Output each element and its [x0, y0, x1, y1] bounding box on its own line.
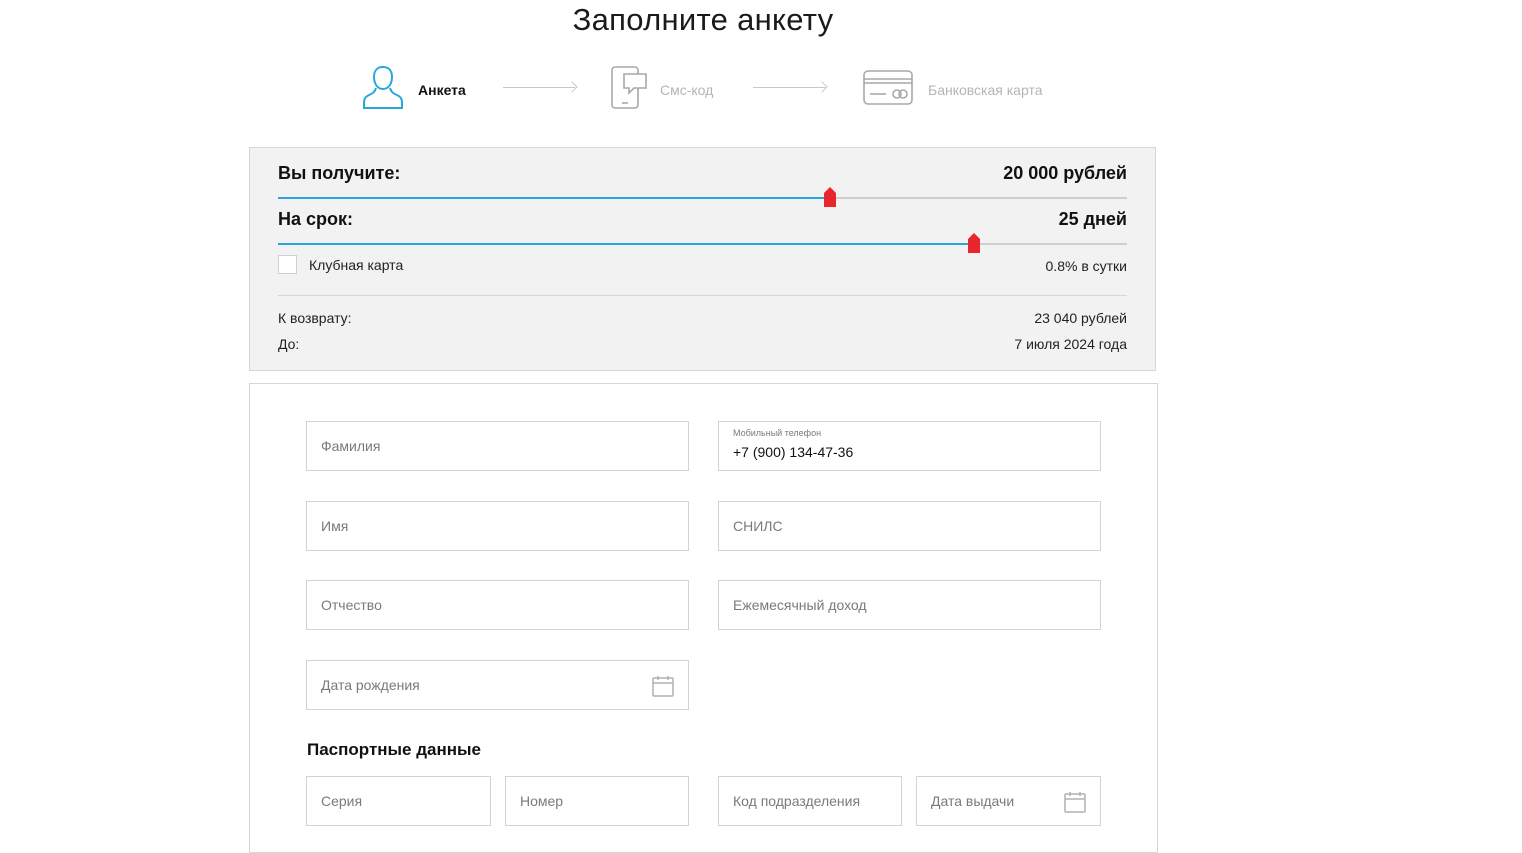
step-questionnaire: Анкета — [362, 64, 466, 115]
phone-message-icon — [610, 64, 650, 115]
return-value: 23 040 рублей — [1034, 310, 1127, 326]
birth-date-placeholder: Дата рождения — [321, 677, 420, 693]
amount-value: 20 000 рублей — [1003, 163, 1127, 183]
phone-label: Мобильный телефон — [733, 428, 822, 438]
daily-rate: 0.8% в сутки — [1045, 258, 1127, 274]
snils-field[interactable]: СНИЛС — [718, 501, 1101, 551]
phone-value: +7 (900) 134-47-36 — [733, 444, 854, 460]
step-label: Банковская карта — [928, 81, 1043, 98]
birth-date-field[interactable]: Дата рождения — [306, 660, 689, 710]
step-bank-card: Банковская карта — [862, 64, 1042, 115]
return-row: К возврату: 23 040 рублей — [278, 310, 1127, 326]
application-form: Фамилия Мобильный телефон +7 (900) 134-4… — [249, 383, 1158, 853]
until-label: До: — [278, 336, 300, 352]
issue-date-field[interactable]: Дата выдачи — [916, 776, 1101, 826]
issue-date-placeholder: Дата выдачи — [931, 793, 1015, 809]
loan-calculator: Вы получите: 20 000 рублей На срок: 25 д… — [249, 147, 1156, 371]
passport-section-title: Паспортные данные — [307, 740, 481, 759]
monthly-income-field[interactable]: Ежемесячный доход — [718, 580, 1101, 630]
page-title: Заполните анкету — [572, 2, 834, 37]
step-arrow — [503, 87, 575, 88]
passport-series-placeholder: Серия — [321, 793, 363, 809]
term-row: На срок: 25 дней — [278, 209, 1127, 230]
term-slider-fill — [278, 243, 975, 245]
user-icon — [362, 64, 404, 115]
amount-label: Вы получите: — [278, 163, 401, 183]
term-value: 25 дней — [1058, 209, 1127, 229]
first-name-field[interactable]: Имя — [306, 501, 689, 551]
term-slider-handle[interactable] — [968, 233, 981, 253]
until-value: 7 июля 2024 года — [1014, 336, 1127, 352]
division-code-placeholder: Код подразделения — [733, 793, 861, 809]
bank-card-icon — [862, 64, 914, 115]
snils-placeholder: СНИЛС — [733, 518, 783, 534]
amount-row: Вы получите: 20 000 рублей — [278, 163, 1127, 184]
division-code-field[interactable]: Код подразделения — [718, 776, 902, 826]
club-card-checkbox[interactable] — [278, 255, 297, 274]
club-card-option[interactable]: Клубная карта — [278, 255, 403, 274]
middle-name-placeholder: Отчество — [321, 597, 382, 613]
amount-slider-fill — [278, 197, 830, 199]
step-label: Смс-код — [660, 81, 714, 98]
calendar-icon[interactable] — [652, 675, 674, 697]
passport-number-field[interactable]: Номер — [505, 776, 689, 826]
monthly-income-placeholder: Ежемесячный доход — [733, 597, 867, 613]
term-label: На срок: — [278, 209, 354, 229]
last-name-field[interactable]: Фамилия — [306, 421, 689, 471]
last-name-placeholder: Фамилия — [321, 438, 381, 454]
divider — [278, 295, 1127, 296]
until-row: До: 7 июля 2024 года — [278, 336, 1127, 352]
passport-series-field[interactable]: Серия — [306, 776, 491, 826]
passport-number-placeholder: Номер — [520, 793, 564, 809]
first-name-placeholder: Имя — [321, 518, 349, 534]
club-card-label: Клубная карта — [309, 256, 404, 273]
amount-slider[interactable] — [278, 187, 1127, 207]
calendar-icon[interactable] — [1064, 791, 1086, 813]
step-label: Анкета — [418, 81, 466, 98]
term-slider[interactable] — [278, 233, 1127, 253]
return-label: К возврату: — [278, 310, 352, 326]
amount-slider-handle[interactable] — [823, 187, 836, 207]
step-arrow — [753, 87, 825, 88]
phone-field[interactable]: Мобильный телефон +7 (900) 134-47-36 — [718, 421, 1101, 471]
middle-name-field[interactable]: Отчество — [306, 580, 689, 630]
step-sms-code: Смс-код — [610, 64, 713, 115]
